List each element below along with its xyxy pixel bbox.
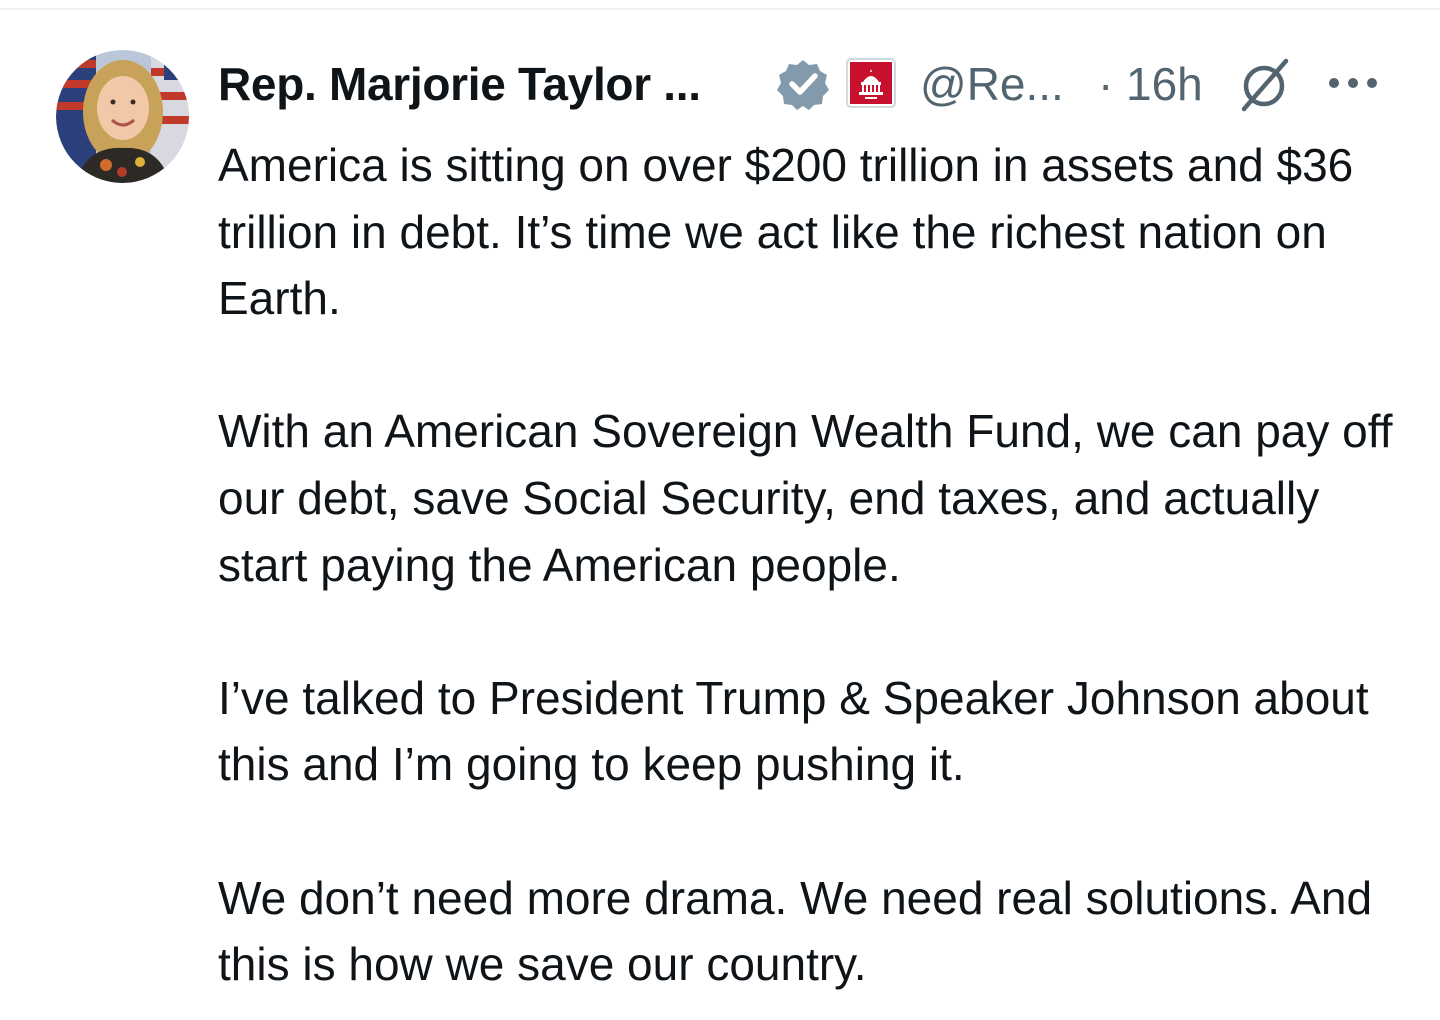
separator-dot: · xyxy=(1098,58,1114,110)
user-handle[interactable]: @Re... xyxy=(920,56,1064,112)
post-timestamp[interactable]: 16h xyxy=(1126,56,1203,112)
capitol-affiliation-icon[interactable] xyxy=(846,58,896,108)
post-paragraph: We don’t need more drama. We need real s… xyxy=(218,871,1373,991)
post-paragraph: With an American Sovereign Wealth Fund, … xyxy=(218,405,1393,591)
grok-icon[interactable] xyxy=(1234,55,1294,115)
post-paragraph: I’ve talked to President Trump & Speaker… xyxy=(218,671,1369,791)
more-options-icon[interactable] xyxy=(1326,68,1380,98)
top-divider xyxy=(0,8,1440,10)
post-text: America is sitting on over $200 trillion… xyxy=(218,132,1408,998)
verified-badge-icon[interactable] xyxy=(776,57,830,111)
display-name[interactable]: Rep. Marjorie Taylor ... xyxy=(218,56,701,112)
post-paragraph: America is sitting on over $200 trillion… xyxy=(218,139,1354,325)
post-header: Rep. Marjorie Taylor ... @Re... · 16h xyxy=(218,52,1398,118)
avatar[interactable] xyxy=(56,50,189,183)
avatar-photo xyxy=(56,50,189,183)
